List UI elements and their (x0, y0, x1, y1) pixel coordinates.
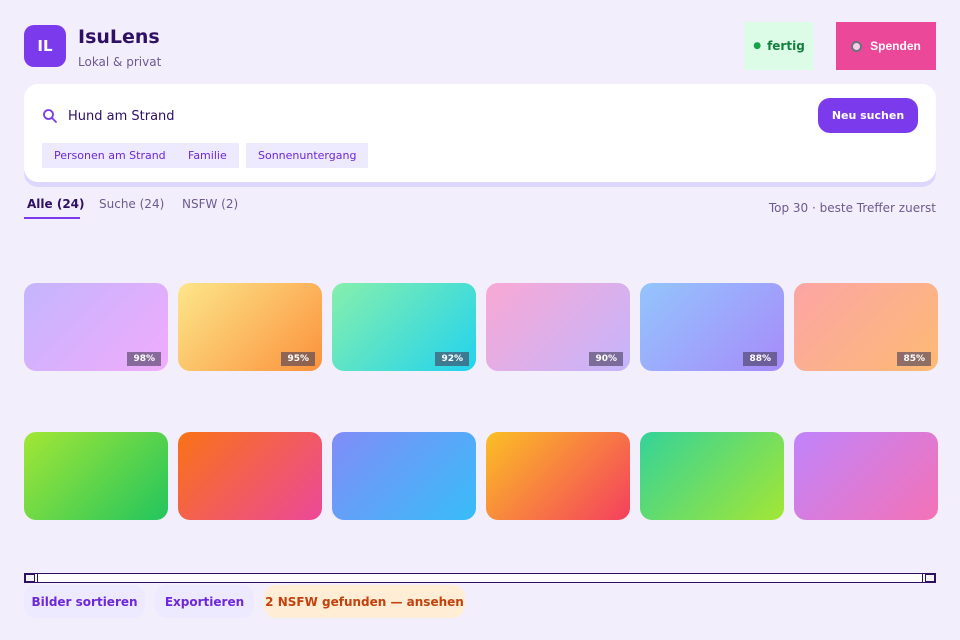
match-score-badge: 98% (127, 352, 161, 366)
match-score-badge: 88% (743, 352, 777, 366)
image-thumbnail[interactable]: 90% (486, 283, 630, 371)
sort-images-button[interactable]: Bilder sortieren (24, 585, 145, 618)
scroll-left-arrow[interactable] (25, 574, 35, 582)
image-thumbnail[interactable] (486, 432, 630, 520)
image-thumbnail[interactable] (794, 432, 938, 520)
match-score-badge: 85% (897, 352, 931, 366)
match-score-badge: 95% (281, 352, 315, 366)
match-score-badge: 90% (589, 352, 623, 366)
export-button[interactable]: Exportieren (155, 585, 254, 618)
scroll-thumb[interactable] (37, 574, 923, 582)
match-score-badge: 92% (435, 352, 469, 366)
image-thumbnail[interactable]: 95% (178, 283, 322, 371)
horizontal-scrollbar[interactable] (24, 573, 936, 583)
image-thumbnail[interactable]: 92% (332, 283, 476, 371)
image-thumbnail[interactable]: 88% (640, 283, 784, 371)
image-thumbnail[interactable] (640, 432, 784, 520)
image-thumbnail[interactable] (332, 432, 476, 520)
image-grid: 98% 95% 92% 90% 88% 85% (24, 0, 960, 560)
image-thumbnail[interactable] (24, 432, 168, 520)
nsfw-found-button[interactable]: 2 NSFW gefunden — ansehen (264, 585, 465, 618)
scroll-right-arrow[interactable] (925, 574, 935, 582)
image-thumbnail[interactable]: 98% (24, 283, 168, 371)
image-thumbnail[interactable] (178, 432, 322, 520)
image-thumbnail[interactable]: 85% (794, 283, 938, 371)
